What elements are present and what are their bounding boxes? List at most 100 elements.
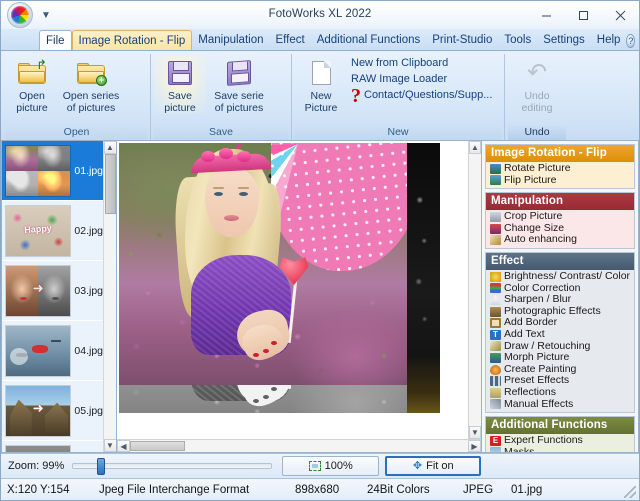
sidebar-section-header-additional-functions: Additional Functions xyxy=(486,417,634,434)
thumbnail-browser-panel: 01.jpg Happy 02.jpg ➜ xyxy=(1,140,116,453)
sidebar-item-reflections[interactable]: Reflections xyxy=(486,387,634,399)
sidebar-item-brightness-contrast-color[interactable]: Brightness/ Contrast/ Color xyxy=(486,271,634,283)
thumbnail-scroll-thumb[interactable] xyxy=(105,154,116,214)
floppy-save-icon xyxy=(168,58,192,88)
maximize-button[interactable] xyxy=(565,1,602,29)
tab-settings[interactable]: Settings xyxy=(537,30,591,50)
tab-print-studio[interactable]: Print-Studio xyxy=(426,30,498,50)
sidebar-item-label-flip-picture: Flip Picture xyxy=(504,175,557,187)
sidebar-item-auto-enhancing[interactable]: Auto enhancing xyxy=(486,234,634,246)
folder-add-icon: + xyxy=(77,58,105,88)
function-sidebar: Image Rotation - Flip Rotate Picture Fli… xyxy=(482,140,639,453)
tab-file[interactable]: File xyxy=(39,30,72,50)
sidebar-item-rotate-picture[interactable]: Rotate Picture xyxy=(486,163,634,175)
canvas-wrapper: ▲ ▼ xyxy=(117,141,481,439)
close-button[interactable] xyxy=(602,1,639,29)
minimize-button[interactable] xyxy=(528,1,565,29)
new-picture-button[interactable]: NewPicture xyxy=(295,56,347,114)
canvas-hscroll-track[interactable] xyxy=(130,440,468,452)
sidebar-item-label-brightness: Brightness/ Contrast/ Color xyxy=(504,271,630,283)
zoom-fit-on-screen-button[interactable]: ✥ Fit on xyxy=(385,456,481,476)
new-group-links: New from Clipboard RAW Image Loader ? Co… xyxy=(349,56,492,103)
ribbon-group-title-open: Open xyxy=(6,125,147,140)
sidebar-item-flip-picture[interactable]: Flip Picture xyxy=(486,175,634,187)
open-picture-button[interactable]: ↱ Openpicture xyxy=(6,56,58,114)
canvas-horizontal-scrollbar[interactable]: ◀ ▶ xyxy=(117,439,481,452)
zoom-100-percent-button[interactable]: 100% xyxy=(282,456,379,476)
image-viewer-panel: ▲ ▼ ◀ ▶ xyxy=(116,140,482,453)
camera-icon xyxy=(490,307,501,317)
pencil-icon xyxy=(490,341,501,351)
zoom-slider-handle[interactable] xyxy=(97,458,105,475)
thumbnail-scrollbar[interactable]: ▲ ▼ xyxy=(103,141,116,452)
undo-editing-label-line2: editing xyxy=(522,102,553,114)
open-series-of-pictures-button[interactable]: + Open seriesof pictures xyxy=(60,56,122,114)
flip-picture-icon xyxy=(490,175,501,185)
floppy-save-series-icon xyxy=(227,58,251,88)
sidebar-section-header-manipulation: Manipulation xyxy=(486,193,634,210)
new-picture-label-line2: Picture xyxy=(305,102,338,114)
thumbnail-list[interactable]: 01.jpg Happy 02.jpg ➜ xyxy=(2,141,103,452)
canvas-scroll-down-icon[interactable]: ▼ xyxy=(469,426,481,439)
undo-arrow-icon: ↶ xyxy=(527,58,547,88)
color-bars-icon xyxy=(490,283,501,293)
save-picture-label-line1: Save xyxy=(168,90,192,102)
new-from-clipboard-label: New from Clipboard xyxy=(351,56,448,71)
thumbnail-item-06[interactable]: 06.jpg xyxy=(2,441,103,452)
thumbnail-scroll-down-icon[interactable]: ▼ xyxy=(104,439,117,452)
status-bar: X:120 Y:154 Jpeg File Interchange Format… xyxy=(1,478,639,500)
thumbnail-scroll-up-icon[interactable]: ▲ xyxy=(104,141,117,154)
tab-image-rotation-flip[interactable]: Image Rotation - Flip xyxy=(72,30,193,50)
save-picture-label-line2: picture xyxy=(164,102,196,114)
ribbon-group-open: ↱ Openpicture + Open seriesof pictures xyxy=(3,54,151,140)
canvas-hscroll-thumb[interactable] xyxy=(130,441,185,451)
tab-effect[interactable]: Effect xyxy=(270,30,311,50)
canvas-scroll-up-icon[interactable]: ▲ xyxy=(469,141,481,154)
main-content-row: 01.jpg Happy 02.jpg ➜ xyxy=(1,140,639,453)
new-picture-label-line1: New xyxy=(310,90,331,102)
undo-editing-button[interactable]: ↶ Undoediting xyxy=(511,56,563,114)
sidebar-item-expert-functions[interactable]: E Expert Functions xyxy=(486,435,634,447)
tab-additional-functions[interactable]: Additional Functions xyxy=(311,30,427,50)
folder-open-icon: ↱ xyxy=(18,58,46,88)
thumbnail-image-03: ➜ xyxy=(5,265,71,317)
help-orb-icon[interactable]: ? xyxy=(626,34,635,48)
zoom-slider[interactable] xyxy=(72,463,272,469)
canvas-vertical-scrollbar[interactable]: ▲ ▼ xyxy=(468,141,481,439)
canvas-vscroll-track[interactable] xyxy=(469,154,481,426)
zoom-actual-size-icon xyxy=(309,461,321,471)
sidebar-item-add-text[interactable]: T Add Text xyxy=(486,329,634,341)
sidebar-item-morph-picture[interactable]: Morph Picture xyxy=(486,352,634,364)
thumbnail-image-06 xyxy=(5,445,71,453)
tab-tools[interactable]: Tools xyxy=(498,30,537,50)
status-cursor-coordinates: X:120 Y:154 xyxy=(7,484,99,496)
resize-grip-icon[interactable] xyxy=(624,486,636,498)
thumbnail-scroll-track[interactable] xyxy=(104,154,117,439)
sidebar-item-sharpen-blur[interactable]: Sharpen / Blur xyxy=(486,294,634,306)
sidebar-item-label-add-text: Add Text xyxy=(504,329,545,341)
thumbnail-item-05[interactable]: ➜ 05.jpg xyxy=(2,381,103,441)
save-picture-button[interactable]: Savepicture xyxy=(154,56,206,114)
thumbnail-item-01[interactable]: 01.jpg xyxy=(2,141,103,201)
open-picture-label-line2: picture xyxy=(16,102,48,114)
image-canvas[interactable] xyxy=(117,141,468,439)
save-serie-of-pictures-button[interactable]: Save serieof pictures xyxy=(208,56,270,114)
canvas-scroll-left-icon[interactable]: ◀ xyxy=(117,440,130,452)
thumbnail-item-04[interactable]: 04.jpg xyxy=(2,321,103,381)
contact-questions-support-label: Contact/Questions/Supp... xyxy=(364,88,492,103)
new-from-clipboard-link[interactable]: New from Clipboard xyxy=(351,56,492,71)
open-series-label-line1: Open series xyxy=(63,90,120,102)
raw-image-loader-link[interactable]: RAW Image Loader xyxy=(351,72,492,87)
thumbnail-item-03[interactable]: ➜ 03.jpg xyxy=(2,261,103,321)
canvas-scroll-right-icon[interactable]: ▶ xyxy=(468,440,481,452)
contact-questions-support-link[interactable]: ? Contact/Questions/Supp... xyxy=(351,88,492,103)
open-picture-label-line1: Open xyxy=(19,90,45,102)
thumbnail-item-02[interactable]: Happy 02.jpg xyxy=(2,201,103,261)
title-bar: ▼ FotoWorks XL 2022 xyxy=(1,1,639,29)
tab-manipulation[interactable]: Manipulation xyxy=(192,30,269,50)
sidebar-item-manual-effects[interactable]: Manual Effects xyxy=(486,399,634,411)
thumbnail-image-01 xyxy=(5,145,71,197)
magic-wand-icon xyxy=(490,235,501,245)
tab-help[interactable]: Help xyxy=(591,30,627,50)
save-serie-label-line2: of pictures xyxy=(215,102,263,114)
